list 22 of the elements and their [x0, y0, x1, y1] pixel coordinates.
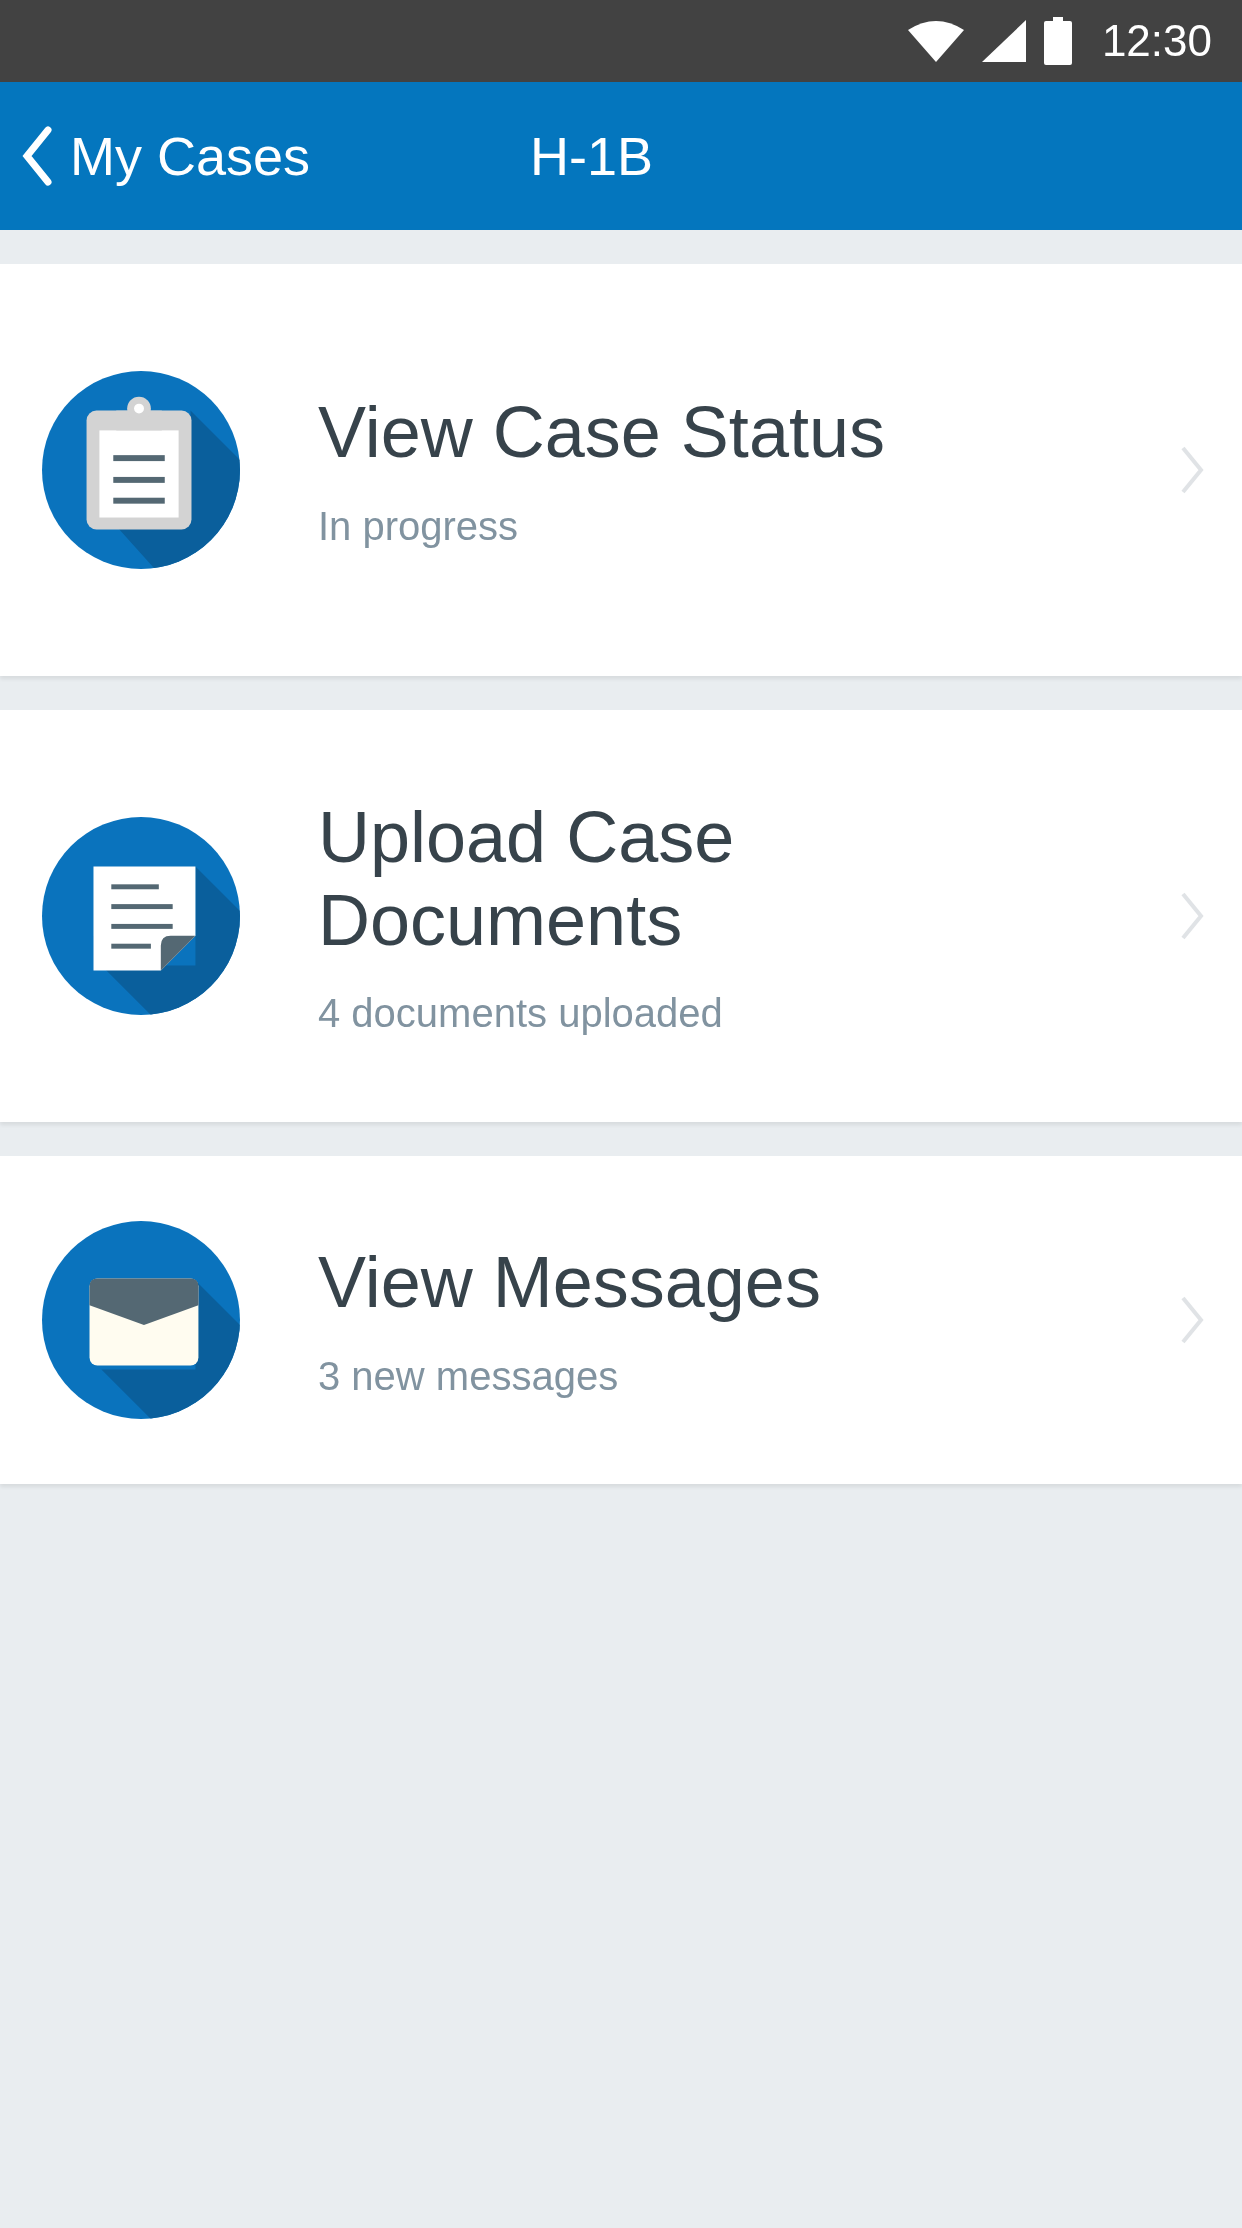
screen-title: H-1B — [530, 125, 654, 187]
card-title: View Case Status — [318, 391, 886, 474]
card-subtitle: In progress — [318, 503, 520, 549]
card-subtitle: 3 new messages — [318, 1353, 620, 1399]
menu-card[interactable]: View Messages 3 new messages — [0, 1156, 1242, 1484]
chevron-right-icon — [1180, 891, 1204, 941]
card-subtitle: 4 documents uploaded — [318, 991, 724, 1037]
back-button[interactable]: My Cases — [0, 125, 311, 187]
envelope-icon — [42, 1221, 240, 1419]
chevron-right-icon — [1180, 1295, 1204, 1345]
battery-icon — [1043, 17, 1072, 65]
signal-icon — [981, 20, 1026, 62]
card-title: View Messages — [318, 1241, 822, 1324]
menu-card[interactable]: Upload Case Documents 4 documents uploaded — [0, 710, 1242, 1122]
clipboard-icon — [42, 371, 240, 569]
card-title: Upload Case Documents — [318, 795, 736, 962]
menu-card[interactable]: View Case Status In progress — [0, 264, 1242, 676]
document-icon — [42, 817, 240, 1015]
back-chevron-icon — [22, 126, 52, 186]
clock-time: 12:30 — [1101, 16, 1212, 66]
chevron-right-icon — [1180, 445, 1204, 495]
wifi-icon — [907, 20, 964, 62]
